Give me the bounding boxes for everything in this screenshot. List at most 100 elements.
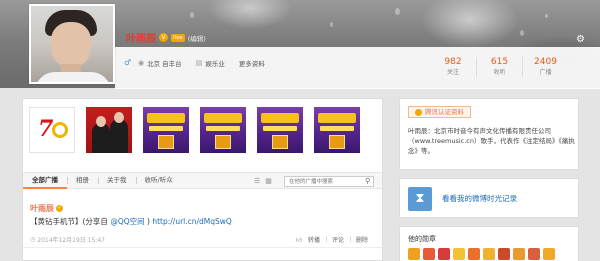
medals-panel: 他的勋章 <box>399 226 579 261</box>
medals-row <box>408 248 555 260</box>
list-view-icon[interactable]: ☰ <box>254 177 260 185</box>
logo-ring <box>52 122 68 138</box>
profile-tabs: 全部广播 相册 关于我 收听/听众 ☰ ▦ ⚲ <box>23 172 382 189</box>
medal-icon[interactable] <box>453 248 465 260</box>
clock-icon: ◷ <box>30 236 36 243</box>
post-time[interactable]: 2014年12月19日 15:47 <box>37 235 105 244</box>
main-panel: 7 全部广播 相册 关于我 收听/听众 ☰ ▦ 在他的广播中搜索 ⚲ 叶雨辰 ✓… <box>22 98 383 261</box>
medal-icon[interactable] <box>483 248 495 260</box>
album-thumb[interactable] <box>314 107 360 153</box>
photo-figure-head <box>114 112 124 123</box>
game-banner-sub <box>206 126 240 131</box>
search-icon[interactable]: ⚲ <box>365 177 380 186</box>
hourglass-icon: ⧗ <box>408 187 432 211</box>
game-banner-sub <box>263 126 297 131</box>
tab-all-broadcasts[interactable]: 全部广播 <box>23 172 67 189</box>
verified-shield-icon <box>415 108 422 116</box>
game-gift-box <box>215 135 231 149</box>
level-badge[interactable]: live <box>171 33 185 42</box>
game-banner <box>261 113 299 123</box>
stat-listening[interactable]: 615 收听 <box>476 57 522 77</box>
rain-drop <box>190 12 194 18</box>
post-actions: 👍︎ 转播 评论 删除 <box>296 235 374 244</box>
game-banner <box>204 113 242 123</box>
rain-drop <box>330 22 333 27</box>
game-gift-box <box>329 135 345 149</box>
photo-figure <box>110 119 128 153</box>
rain-drop <box>545 14 548 18</box>
verification-tag-label: 腾讯认证资料 <box>425 108 464 116</box>
stat-number: 615 <box>490 57 509 67</box>
gear-icon[interactable]: ⚙ <box>576 35 586 45</box>
medal-icon[interactable] <box>408 248 420 260</box>
album-thumb[interactable]: 7 <box>29 107 75 153</box>
post-text-prefix: 【黄钻手机节】(分享自 <box>30 217 108 226</box>
location-pin-icon: ◉ <box>138 59 145 67</box>
avatar-shirt <box>35 72 111 82</box>
stat-broadcasts[interactable]: 2409 广播 <box>522 57 568 77</box>
verification-text: 叶雨辰：北京市时音今有声文化传播有限责任公司（www.treemusic.cn）… <box>408 127 575 155</box>
album-thumb[interactable] <box>257 107 303 153</box>
avatar[interactable] <box>29 4 115 84</box>
location-text: 北京 自丰台 <box>147 60 182 68</box>
album-thumb[interactable] <box>200 107 246 153</box>
post-text-mid: ) <box>147 217 150 226</box>
post-divider <box>23 247 382 248</box>
album-thumb[interactable] <box>143 107 189 153</box>
post-author-name[interactable]: 叶雨辰 <box>30 203 54 214</box>
medal-icon[interactable] <box>468 248 480 260</box>
tab-listeners[interactable]: 收听/听众 <box>135 172 182 189</box>
briefcase-icon: ▤ <box>195 59 203 67</box>
timeline-memory-panel: ⧗ 看看我的微博时光记录 <box>399 178 579 218</box>
rain-drop <box>395 8 400 15</box>
profile-stats: 982 关注 615 收听 2409 广播 <box>430 57 568 77</box>
medal-icon[interactable] <box>498 248 510 260</box>
medal-icon[interactable] <box>423 248 435 260</box>
tab-album[interactable]: 相册 <box>67 172 98 189</box>
medal-icon[interactable] <box>438 248 450 260</box>
view-toggle: ☰ ▦ <box>254 177 272 185</box>
photo-figure <box>92 123 110 153</box>
stat-label: 收听 <box>493 69 506 76</box>
verified-badge-icon: ✓ <box>56 205 63 212</box>
vip-badge-icon[interactable]: V <box>159 33 168 42</box>
male-icon: ♂ <box>124 58 132 67</box>
tab-about[interactable]: 关于我 <box>98 172 136 189</box>
repost-button[interactable]: 转播 <box>302 235 326 244</box>
avatar-face <box>51 22 91 68</box>
game-banner-sub <box>149 126 183 131</box>
industry-item: ▤ 娱乐业 <box>196 58 225 68</box>
rain-drop <box>520 30 524 36</box>
profile-info-items: ◉ 北京 自丰台 ▤ 娱乐业 更多资料 <box>138 58 265 68</box>
search-input[interactable] <box>284 176 374 187</box>
stat-following[interactable]: 982 关注 <box>430 57 476 77</box>
share-source-link[interactable]: @QQ空间 <box>110 217 144 226</box>
industry-text: 娱乐业 <box>205 60 225 68</box>
timeline-memory-link[interactable]: 看看我的微博时光记录 <box>442 193 517 204</box>
album-thumb[interactable] <box>86 107 132 153</box>
medal-icon[interactable] <box>528 248 540 260</box>
verification-tag[interactable]: 腾讯认证资料 <box>408 106 471 118</box>
stat-number: 982 <box>444 57 462 67</box>
delete-button[interactable]: 删除 <box>349 235 374 244</box>
medals-title: 他的勋章 <box>408 235 436 243</box>
calendar-view-icon[interactable]: ▦ <box>265 177 272 185</box>
photo-figure-head <box>96 116 106 127</box>
stat-label: 关注 <box>446 69 459 76</box>
medal-icon[interactable] <box>543 248 555 260</box>
edit-profile-link[interactable]: (编辑) <box>188 33 206 43</box>
more-info-link[interactable]: 更多资料 <box>239 58 265 68</box>
comment-button[interactable]: 评论 <box>325 235 350 244</box>
medal-icon[interactable] <box>513 248 525 260</box>
verification-panel: 腾讯认证资料 叶雨辰：北京市时音今有声文化传播有限责任公司（www.treemu… <box>399 98 579 170</box>
photo-album-strip: 7 <box>29 107 360 153</box>
post-text: 【黄钻手机节】(分享自 @QQ空间 ) http://url.cn/dMqSwQ <box>30 216 232 227</box>
post-footer: ◷ 2014年12月19日 15:47 👍︎ 转播 评论 删除 <box>30 235 374 244</box>
profile-name-row: 叶雨辰 V live (编辑) <box>126 30 206 45</box>
game-banner <box>147 113 185 123</box>
stat-label: 广播 <box>539 69 552 76</box>
game-gift-box <box>272 135 288 149</box>
post-url-link[interactable]: http://url.cn/dMqSwQ <box>152 217 231 226</box>
profile-name[interactable]: 叶雨辰 <box>126 30 156 45</box>
game-gift-box <box>158 135 174 149</box>
